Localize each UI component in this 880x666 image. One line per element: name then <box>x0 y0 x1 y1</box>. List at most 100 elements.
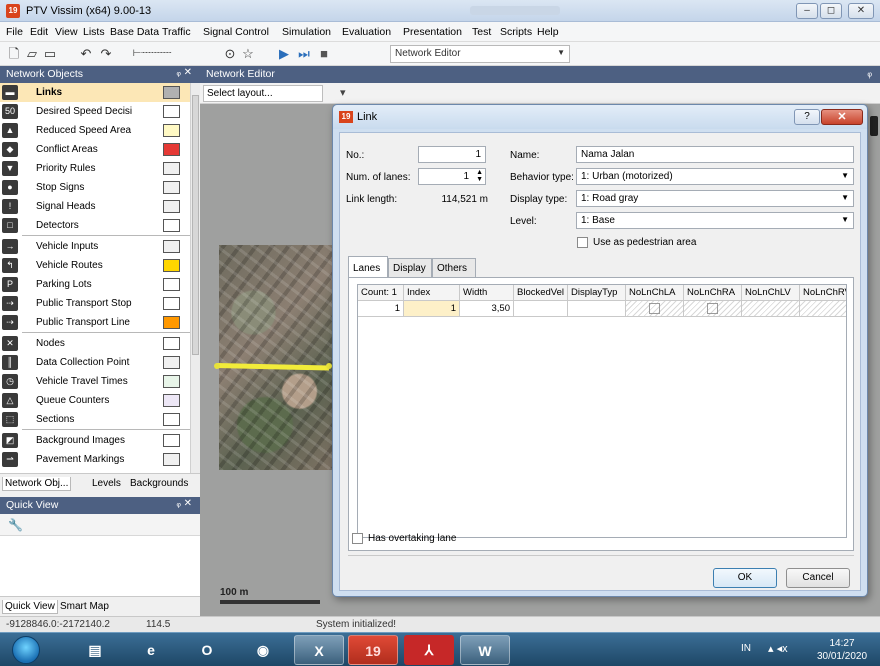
firefox-taskbar-icon[interactable]: ◉ <box>238 635 288 665</box>
tab-quick-view[interactable]: Quick View <box>2 600 58 614</box>
display-combo[interactable]: 1: Road gray ▼ <box>576 190 854 207</box>
network-object-vehicle-travel-times[interactable]: ◷ Vehicle Travel Times <box>0 372 190 391</box>
color-swatch[interactable] <box>163 337 180 350</box>
menu-evaluation[interactable]: Evaluation <box>342 26 391 38</box>
menu-view[interactable]: View <box>55 26 78 38</box>
network-object-pavement-markings[interactable]: ⇀ Pavement Markings <box>0 450 190 469</box>
layout-combo[interactable]: Select layout... <box>203 85 323 102</box>
tab-backgrounds[interactable]: Backgrounds <box>128 477 190 490</box>
stop-icon[interactable]: ■ <box>316 46 332 62</box>
outlook-taskbar-icon[interactable]: O <box>182 635 232 665</box>
dialog-help-button[interactable]: ? <box>794 109 820 125</box>
network-object-desired-speed-decisi[interactable]: 50 Desired Speed Decisi <box>0 102 190 121</box>
cancel-button[interactable]: Cancel <box>786 568 850 588</box>
lanes-grid[interactable]: Count: 1 Index Width BlockedVel DisplayTyp No… <box>357 284 847 538</box>
grid-column-header[interactable]: NoLnChRV <box>800 285 846 301</box>
grid-column-header[interactable]: BlockedVel <box>514 285 568 301</box>
start-button[interactable] <box>12 636 40 664</box>
dock-controls[interactable]: ᵩ ✕ <box>176 67 192 78</box>
network-object-signal-heads[interactable]: ! Signal Heads <box>0 197 190 216</box>
redo-icon[interactable]: ↷ <box>98 46 114 62</box>
close-button[interactable]: ✕ <box>848 3 874 19</box>
pin-icon[interactable]: ᵩ <box>867 67 872 79</box>
grid-column-header[interactable]: DisplayTyp <box>568 285 626 301</box>
color-swatch[interactable] <box>163 278 180 291</box>
grid-column-header[interactable]: Width <box>460 285 514 301</box>
restore-button[interactable]: ◻ <box>820 3 842 19</box>
color-swatch[interactable] <box>163 219 180 232</box>
color-swatch[interactable] <box>163 259 180 272</box>
ie-taskbar-icon[interactable]: e <box>126 635 176 665</box>
undo-icon[interactable]: ↶ <box>78 46 94 62</box>
color-swatch[interactable] <box>163 434 180 447</box>
quick-mode-icon[interactable]: ⊙ <box>222 46 238 62</box>
minimize-button[interactable]: – <box>796 3 818 19</box>
menu-test[interactable]: Test <box>472 26 491 38</box>
menu-file[interactable]: File <box>6 26 23 38</box>
color-swatch[interactable] <box>163 316 180 329</box>
menu-help[interactable]: Help <box>537 26 559 38</box>
explorer-taskbar-icon[interactable]: ▤ <box>70 635 120 665</box>
menu-presentation[interactable]: Presentation <box>403 26 462 38</box>
level-combo[interactable]: 1: Base ▼ <box>576 212 854 229</box>
grid-column-header[interactable]: NoLnChLA <box>626 285 684 301</box>
no-field[interactable]: 1 <box>418 146 486 163</box>
grid-cell[interactable] <box>514 301 568 317</box>
single-step-icon[interactable]: ⏭ <box>296 46 312 62</box>
menu-simulation[interactable]: Simulation <box>282 26 331 38</box>
menu-edit[interactable]: Edit <box>30 26 48 38</box>
ok-button[interactable]: OK <box>713 568 777 588</box>
overtaking-checkbox[interactable] <box>352 533 363 544</box>
tab-levels[interactable]: Levels <box>90 477 123 490</box>
name-field[interactable]: Nama Jalan <box>576 146 854 163</box>
scrollbar-thumb[interactable] <box>192 95 199 355</box>
star-icon[interactable]: ☆ <box>240 46 256 62</box>
tab-smart-map[interactable]: Smart Map <box>58 600 111 613</box>
grid-column-header[interactable]: Index <box>404 285 460 301</box>
pedestrian-checkbox[interactable] <box>577 237 588 248</box>
color-swatch[interactable] <box>163 240 180 253</box>
network-object-public-transport-stop[interactable]: ⇢ Public Transport Stop <box>0 294 190 313</box>
color-swatch[interactable] <box>163 86 180 99</box>
tray-volume-icon[interactable]: ▴ ◂x <box>768 642 788 655</box>
color-swatch[interactable] <box>163 453 180 466</box>
network-object-reduced-speed-area[interactable]: ▲ Reduced Speed Area <box>0 121 190 140</box>
network-object-links[interactable]: ▬ Links <box>0 83 190 102</box>
play-icon[interactable]: ▶ <box>276 46 292 62</box>
grid-column-header[interactable]: NoLnChRA <box>684 285 742 301</box>
color-swatch[interactable] <box>163 413 180 426</box>
color-swatch[interactable] <box>163 375 180 388</box>
vissim-taskbar-icon[interactable]: 19 <box>348 635 398 665</box>
color-swatch[interactable] <box>163 356 180 369</box>
menu-base-data[interactable]: Base Data <box>110 26 159 38</box>
color-swatch[interactable] <box>163 143 180 156</box>
chevron-down-icon[interactable]: ▾ <box>340 86 346 99</box>
spinner-icon[interactable]: ▲ ▼ <box>476 169 483 183</box>
network-objects-scrollbar[interactable] <box>190 83 200 473</box>
network-object-parking-lots[interactable]: P Parking Lots <box>0 275 190 294</box>
tray-language[interactable]: IN <box>741 643 751 654</box>
menu-traffic[interactable]: Traffic <box>162 26 191 38</box>
behavior-combo[interactable]: 1: Urban (motorized) ▼ <box>576 168 854 185</box>
simulation-speed-slider-icon[interactable]: ⊢┈┈┈┈┈ <box>124 46 180 62</box>
color-swatch[interactable] <box>163 297 180 310</box>
grid-checkbox[interactable] <box>648 303 660 314</box>
network-object-queue-counters[interactable]: △ Queue Counters <box>0 391 190 410</box>
network-object-detectors[interactable]: □ Detectors <box>0 216 190 235</box>
link-start-point[interactable] <box>214 363 220 369</box>
editor-combo[interactable]: Network Editor ▼ <box>390 45 570 63</box>
network-object-conflict-areas[interactable]: ◆ Conflict Areas <box>0 140 190 159</box>
grid-cell[interactable]: 3,50 <box>460 301 514 317</box>
color-swatch[interactable] <box>163 181 180 194</box>
color-swatch[interactable] <box>163 394 180 407</box>
dock-controls[interactable]: ᵩ ✕ <box>176 498 192 509</box>
menu-lists[interactable]: Lists <box>83 26 105 38</box>
network-object-vehicle-inputs[interactable]: → Vehicle Inputs <box>0 237 190 256</box>
excel-taskbar-icon[interactable]: X <box>294 635 344 665</box>
open-folder-icon[interactable]: ▱ <box>24 46 40 62</box>
color-swatch[interactable] <box>163 124 180 137</box>
wrench-icon[interactable]: 🔧 <box>8 518 23 532</box>
tray-clock[interactable]: 14:27 30/01/2020 <box>808 637 876 663</box>
grid-cell[interactable] <box>568 301 626 317</box>
grid-cell[interactable]: 1 <box>404 301 460 317</box>
